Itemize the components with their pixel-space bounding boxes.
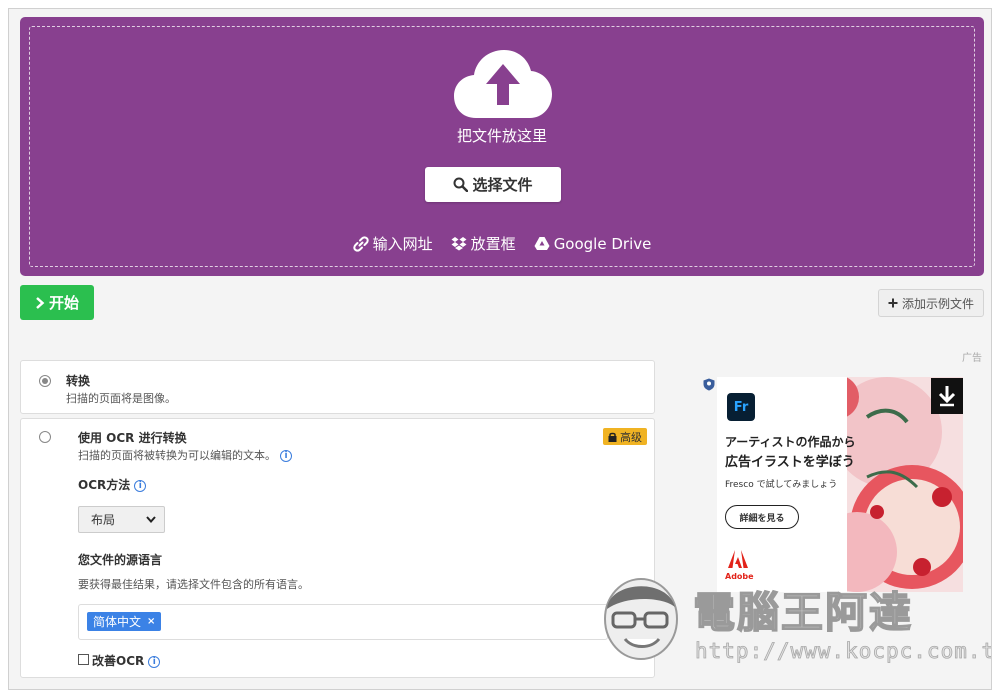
cloud-upload-icon	[454, 50, 552, 118]
ocr-desc: 扫描的页面将被转换为可以编辑的文本。	[78, 449, 276, 462]
info-icon[interactable]: i	[148, 655, 161, 668]
link-icon	[352, 235, 369, 252]
file-dropzone[interactable]: 把文件放这里 选择文件 输入网址 放置框 Google Drive	[20, 17, 984, 276]
add-sample-label: 添加示例文件	[901, 296, 974, 311]
convert-title: 转换	[66, 374, 91, 388]
premium-label: 高级	[620, 430, 642, 444]
ocr-title: 使用 OCR 进行转换	[78, 431, 187, 445]
watermark-url: http://www.kocpc.com.tw	[695, 639, 992, 664]
download-arrow-icon[interactable]	[931, 378, 963, 414]
convert-radio[interactable]	[39, 375, 51, 387]
lock-icon	[608, 432, 617, 442]
ad-cta-button[interactable]: 詳細を見る	[725, 505, 799, 529]
ocr-desc-row: 扫描的页面将被转换为可以编辑的文本。 i	[78, 447, 292, 463]
ad-headline-1: アーティストの作品から	[725, 435, 856, 449]
ocr-method-select[interactable]: 布局	[78, 506, 165, 533]
search-icon	[453, 177, 469, 192]
app-frame: 把文件放这里 选择文件 输入网址 放置框 Google Drive 开始 添加示…	[8, 8, 992, 690]
adobe-icon	[728, 550, 748, 568]
enter-url-link[interactable]: 输入网址	[352, 233, 433, 254]
plus-icon	[888, 298, 898, 308]
dropbox-label: 放置框	[470, 235, 516, 253]
improve-ocr-checkbox[interactable]	[78, 654, 89, 665]
fresco-logo: Fr	[727, 393, 755, 421]
watermark-text: 電腦王阿達	[692, 587, 914, 638]
ocr-method-value: 布局	[91, 513, 116, 527]
chevron-down-icon	[146, 516, 156, 523]
source-links: 输入网址 放置框 Google Drive	[20, 233, 984, 254]
choose-file-label: 选择文件	[472, 176, 533, 194]
choose-file-button[interactable]: 选择文件	[425, 167, 561, 202]
convert-option[interactable]: 转换 扫描的页面将是图像。	[20, 360, 655, 414]
watermark-mascot	[604, 578, 678, 660]
language-tag: 简体中文 ×	[87, 612, 162, 631]
chevron-right-icon	[36, 296, 45, 309]
adobe-logo: Adobe	[725, 550, 754, 581]
ad-card: Fr アーティストの作品から 広告イラストを学ぼう Fresco で試してみまし…	[717, 377, 856, 592]
ad-label: 广告	[962, 353, 982, 364]
info-icon[interactable]: i	[134, 479, 147, 492]
source-language-label: 您文件的源语言	[78, 553, 163, 567]
advertisement-banner[interactable]: Fr アーティストの作品から 広告イラストを学ぼう Fresco で試してみまし…	[717, 377, 963, 592]
language-select[interactable]: 简体中文 ×	[78, 604, 608, 640]
ocr-method-row: OCR方法 i	[78, 476, 147, 493]
google-drive-label: Google Drive	[553, 234, 652, 253]
ocr-method-label: OCR方法	[78, 478, 131, 492]
premium-badge: 高级	[603, 428, 647, 445]
google-drive-link[interactable]: Google Drive	[534, 233, 652, 254]
convert-desc: 扫描的页面将是图像。	[66, 392, 176, 405]
info-icon[interactable]: i	[280, 450, 292, 462]
add-sample-file-button[interactable]: 添加示例文件	[878, 289, 984, 317]
improve-ocr-label[interactable]: 改善OCR	[92, 654, 144, 668]
source-language-desc: 要获得最佳结果，请选择文件包含的所有语言。	[78, 578, 309, 591]
remove-tag-icon[interactable]: ×	[147, 616, 155, 627]
arrow-down-icon	[938, 386, 956, 407]
google-drive-icon	[534, 237, 550, 250]
dropbox-link[interactable]: 放置框	[451, 233, 516, 254]
drop-hint: 把文件放这里	[456, 127, 547, 145]
ocr-radio[interactable]	[39, 431, 51, 443]
improve-ocr-row: 改善OCR i	[92, 652, 161, 669]
start-label: 开始	[48, 294, 79, 312]
start-button[interactable]: 开始	[20, 285, 94, 320]
ad-headline-2: 広告イラストを学ぼう	[725, 455, 855, 470]
enter-url-label: 输入网址	[372, 235, 433, 253]
ad-choices-icon[interactable]	[703, 378, 715, 391]
ad-subtext: Fresco で試してみましょう	[725, 480, 838, 490]
language-tag-label: 简体中文	[93, 615, 142, 629]
ocr-option[interactable]: 使用 OCR 进行转换 高级 扫描的页面将被转换为可以编辑的文本。 i OCR方法…	[20, 418, 655, 678]
dropbox-icon	[451, 236, 467, 250]
